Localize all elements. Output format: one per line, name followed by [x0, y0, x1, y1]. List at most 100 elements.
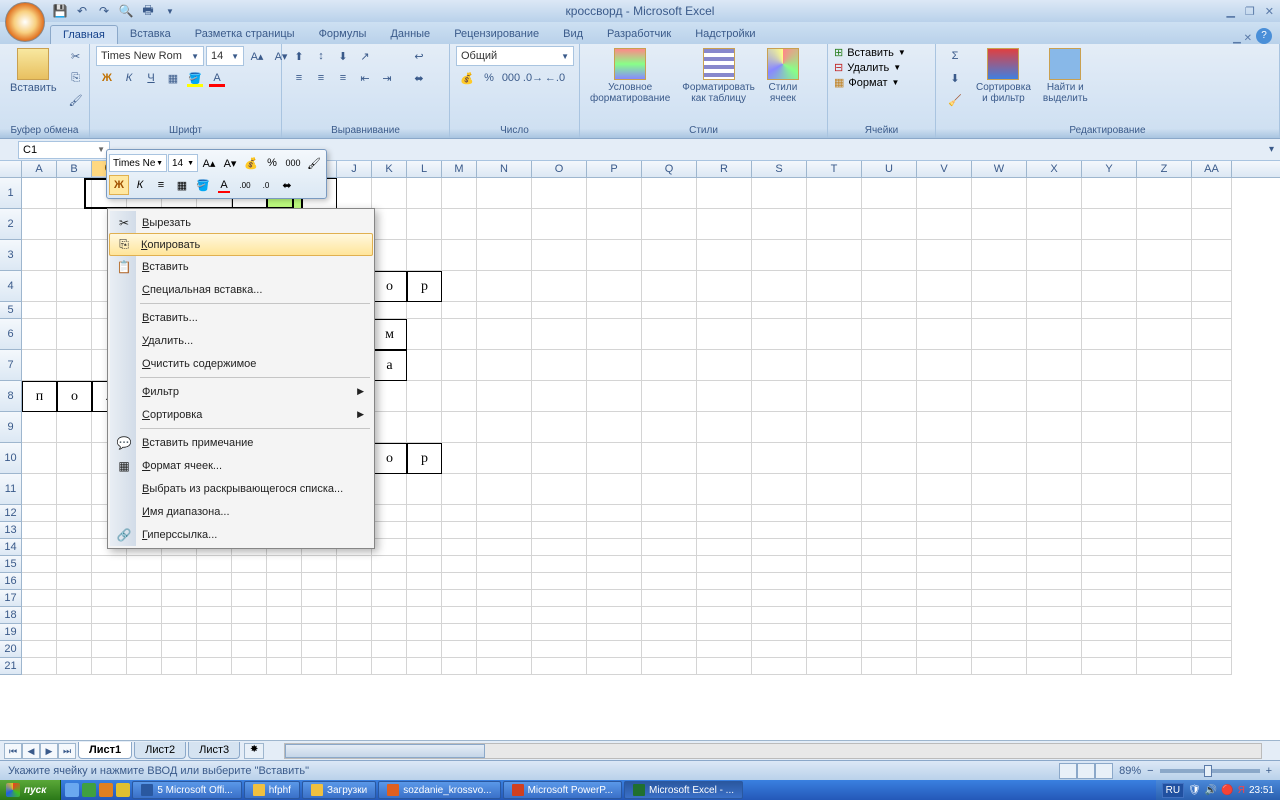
cell-P14[interactable]	[587, 539, 642, 556]
cell-F20[interactable]	[197, 641, 232, 658]
cell-C18[interactable]	[92, 607, 127, 624]
cell-M7[interactable]	[442, 350, 477, 381]
cell-S15[interactable]	[752, 556, 807, 573]
cell-O16[interactable]	[532, 573, 587, 590]
cell-J16[interactable]	[337, 573, 372, 590]
cell-AA12[interactable]	[1192, 505, 1232, 522]
cell-P8[interactable]	[587, 381, 642, 412]
cell-U16[interactable]	[862, 573, 917, 590]
percent-button[interactable]: %	[478, 68, 500, 88]
mini-grow-font-button[interactable]: A▴	[199, 153, 219, 173]
cell-Q5[interactable]	[642, 302, 697, 319]
cell-N12[interactable]	[477, 505, 532, 522]
cell-M12[interactable]	[442, 505, 477, 522]
cell-V10[interactable]	[917, 443, 972, 474]
new-sheet-button[interactable]: ✸	[244, 743, 264, 759]
close-button[interactable]: ✕	[1265, 5, 1274, 18]
cell-V15[interactable]	[917, 556, 972, 573]
cell-M17[interactable]	[442, 590, 477, 607]
cell-K12[interactable]	[372, 505, 407, 522]
cell-R10[interactable]	[697, 443, 752, 474]
mini-percent-button[interactable]: %	[262, 153, 282, 173]
sheet-tab[interactable]: Лист3	[188, 742, 240, 759]
cell-R19[interactable]	[697, 624, 752, 641]
cell-H16[interactable]	[267, 573, 302, 590]
find-select-button[interactable]: Найти и выделить	[1039, 46, 1092, 106]
cell-O12[interactable]	[532, 505, 587, 522]
cell-L6[interactable]	[407, 319, 442, 350]
cell-K16[interactable]	[372, 573, 407, 590]
cell-AA6[interactable]	[1192, 319, 1232, 350]
inc-decimal-button[interactable]: .0→	[522, 68, 544, 88]
context-menu-item[interactable]: Вырезать✂	[110, 211, 372, 234]
cell-S7[interactable]	[752, 350, 807, 381]
cell-V12[interactable]	[917, 505, 972, 522]
cell-M20[interactable]	[442, 641, 477, 658]
cell-P5[interactable]	[587, 302, 642, 319]
tray-icon[interactable]: 🔴	[1221, 785, 1233, 796]
cell-A18[interactable]	[22, 607, 57, 624]
context-menu-item[interactable]: Вставить...	[110, 306, 372, 329]
cell-T19[interactable]	[807, 624, 862, 641]
row-header-11[interactable]: 11	[0, 474, 22, 505]
cell-R11[interactable]	[697, 474, 752, 505]
cell-R8[interactable]	[697, 381, 752, 412]
cell-X7[interactable]	[1027, 350, 1082, 381]
cell-K18[interactable]	[372, 607, 407, 624]
cell-V1[interactable]	[917, 178, 972, 209]
cell-R1[interactable]	[697, 178, 752, 209]
cell-X1[interactable]	[1027, 178, 1082, 209]
cell-Y10[interactable]	[1082, 443, 1137, 474]
col-header-A[interactable]: A	[22, 161, 57, 177]
cell-P11[interactable]	[587, 474, 642, 505]
cell-X6[interactable]	[1027, 319, 1082, 350]
cell-M6[interactable]	[442, 319, 477, 350]
cell-Y20[interactable]	[1082, 641, 1137, 658]
cell-J17[interactable]	[337, 590, 372, 607]
hscroll-thumb[interactable]	[285, 744, 485, 758]
sheet-nav-prev[interactable]: ◀	[22, 743, 40, 759]
cell-Y9[interactable]	[1082, 412, 1137, 443]
cell-AA4[interactable]	[1192, 271, 1232, 302]
fill-color-button[interactable]: 🪣	[184, 68, 206, 88]
ql-item[interactable]	[65, 783, 79, 797]
cell-Q16[interactable]	[642, 573, 697, 590]
cell-N8[interactable]	[477, 381, 532, 412]
row-header-12[interactable]: 12	[0, 505, 22, 522]
cell-Y2[interactable]	[1082, 209, 1137, 240]
cell-M10[interactable]	[442, 443, 477, 474]
taskbar-item[interactable]: sozdanie_krossvo...	[378, 781, 500, 799]
cell-I21[interactable]	[302, 658, 337, 675]
mini-currency-button[interactable]: 💰	[241, 153, 261, 173]
cell-T16[interactable]	[807, 573, 862, 590]
row-header-6[interactable]: 6	[0, 319, 22, 350]
cell-D16[interactable]	[127, 573, 162, 590]
cell-X14[interactable]	[1027, 539, 1082, 556]
row-header-3[interactable]: 3	[0, 240, 22, 271]
cell-S8[interactable]	[752, 381, 807, 412]
cell-T11[interactable]	[807, 474, 862, 505]
row-header-19[interactable]: 19	[0, 624, 22, 641]
cell-F16[interactable]	[197, 573, 232, 590]
mini-border-button[interactable]: ▦	[172, 175, 192, 195]
ribbon-tab-7[interactable]: Разработчик	[595, 25, 683, 44]
clear-button[interactable]: 🧹	[942, 90, 968, 110]
taskbar-item[interactable]: hfphf	[244, 781, 300, 799]
cell-R2[interactable]	[697, 209, 752, 240]
ribbon-tab-5[interactable]: Рецензирование	[442, 25, 551, 44]
row-header-13[interactable]: 13	[0, 522, 22, 539]
cell-S12[interactable]	[752, 505, 807, 522]
align-bottom-button[interactable]: ⬇	[332, 46, 354, 66]
cell-X9[interactable]	[1027, 412, 1082, 443]
cell-L9[interactable]	[407, 412, 442, 443]
cell-L10[interactable]: р	[407, 443, 442, 474]
cell-L8[interactable]	[407, 381, 442, 412]
cell-R17[interactable]	[697, 590, 752, 607]
cell-Q20[interactable]	[642, 641, 697, 658]
col-header-W[interactable]: W	[972, 161, 1027, 177]
cell-P16[interactable]	[587, 573, 642, 590]
cell-M2[interactable]	[442, 209, 477, 240]
cell-N2[interactable]	[477, 209, 532, 240]
minimize-button[interactable]: ▁	[1226, 5, 1234, 18]
col-header-Z[interactable]: Z	[1137, 161, 1192, 177]
